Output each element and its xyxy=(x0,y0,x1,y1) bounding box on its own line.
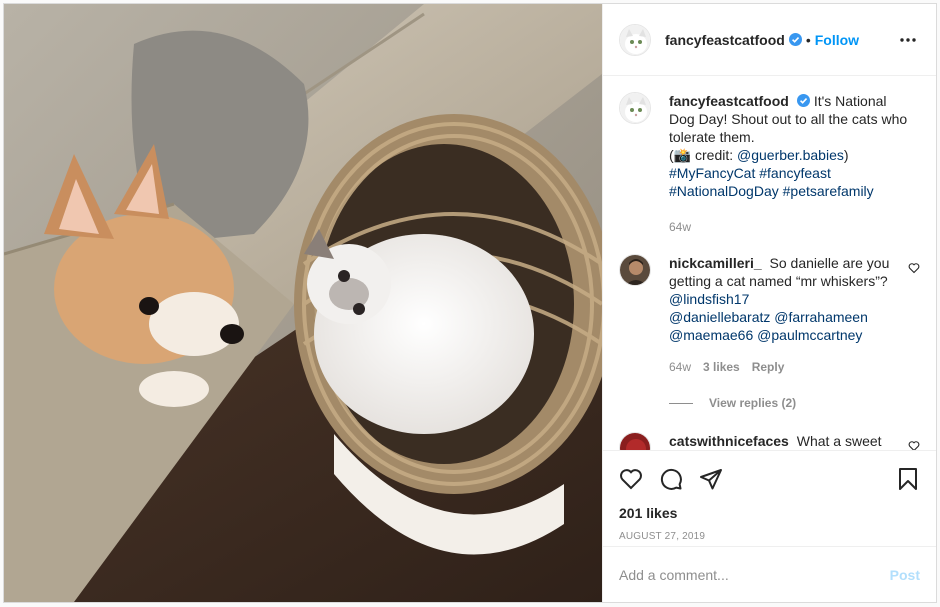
comment-username[interactable]: nickcamilleri_ xyxy=(669,255,762,271)
user-avatar-icon xyxy=(620,255,650,285)
comment-time[interactable]: 64w xyxy=(669,358,691,376)
post-date[interactable]: AUGUST 27, 2019 xyxy=(619,531,920,542)
caption-time[interactable]: 64w xyxy=(669,218,691,236)
more-options-icon[interactable] xyxy=(896,28,920,52)
post-dialog: fancyfeastcatfood • Follow fancyfeastcat… xyxy=(3,3,937,603)
add-comment-bar: Post xyxy=(603,546,936,602)
mention[interactable]: @maemae66 xyxy=(669,327,753,343)
mention[interactable]: @lindsfish17 xyxy=(669,291,749,307)
comment-item: nickcamilleri_ So danielle are you getti… xyxy=(619,254,920,376)
credit-label: credit: xyxy=(691,147,738,163)
cat-avatar-icon xyxy=(620,93,650,123)
heart-icon[interactable] xyxy=(619,467,643,491)
header-username[interactable]: fancyfeastcatfood xyxy=(665,32,785,48)
view-replies-divider xyxy=(669,402,693,404)
bookmark-icon[interactable] xyxy=(896,467,920,491)
comment-text: What a sweet xyxy=(796,433,882,449)
view-replies-label: View replies (2) xyxy=(709,396,797,410)
likes-count[interactable]: 201 likes xyxy=(619,505,920,521)
caption: fancyfeastcatfood It's National Dog Day! … xyxy=(619,92,920,236)
post-header: fancyfeastcatfood • Follow xyxy=(603,4,936,76)
user-avatar-icon xyxy=(620,433,650,450)
credit-close: ) xyxy=(843,147,849,163)
avatar[interactable] xyxy=(619,92,651,124)
mention[interactable]: @daniellebaratz xyxy=(669,309,770,325)
post-photo[interactable] xyxy=(4,4,602,602)
comment-heart-icon[interactable] xyxy=(908,262,920,274)
hashtags-line-2[interactable]: #NationalDogDay #petsarefamily xyxy=(669,183,874,199)
comments-list[interactable]: fancyfeastcatfood It's National Dog Day! … xyxy=(603,76,936,450)
comment-likes[interactable]: 3 likes xyxy=(703,358,740,376)
post-actions: 201 likes AUGUST 27, 2019 xyxy=(603,450,936,546)
follow-button[interactable]: Follow xyxy=(815,32,859,48)
hashtags-line-1[interactable]: #MyFancyCat #fancyfeast xyxy=(669,165,831,181)
share-icon[interactable] xyxy=(699,467,723,491)
comment-heart-icon[interactable] xyxy=(908,440,920,450)
header-separator: • xyxy=(805,31,811,48)
post-image xyxy=(4,4,602,602)
mention[interactable]: @paulmccartney xyxy=(757,327,862,343)
comment-icon[interactable] xyxy=(659,467,683,491)
comment-item: catswithnicefaces What a sweet xyxy=(619,432,920,450)
comment-input[interactable] xyxy=(619,566,890,583)
post-comment-button[interactable]: Post xyxy=(890,567,920,583)
camera-flash-icon: 📸 xyxy=(673,147,692,163)
mention[interactable]: @farrahameen xyxy=(774,309,868,325)
verified-badge-icon xyxy=(796,94,810,107)
verified-badge-icon xyxy=(788,33,802,46)
post-sidebar: fancyfeastcatfood • Follow fancyfeastcat… xyxy=(602,4,936,602)
caption-username[interactable]: fancyfeastcatfood xyxy=(669,93,789,109)
avatar[interactable] xyxy=(619,432,651,450)
view-replies-button[interactable]: View replies (2) xyxy=(669,396,920,410)
reply-button[interactable]: Reply xyxy=(752,358,785,376)
page-frame: fancyfeastcatfood • Follow fancyfeastcat… xyxy=(0,0,940,607)
comment-username[interactable]: catswithnicefaces xyxy=(669,433,789,449)
avatar[interactable] xyxy=(619,23,651,56)
cat-avatar-icon xyxy=(620,24,650,55)
avatar[interactable] xyxy=(619,254,651,286)
credit-mention[interactable]: @guerber.babies xyxy=(737,147,844,163)
